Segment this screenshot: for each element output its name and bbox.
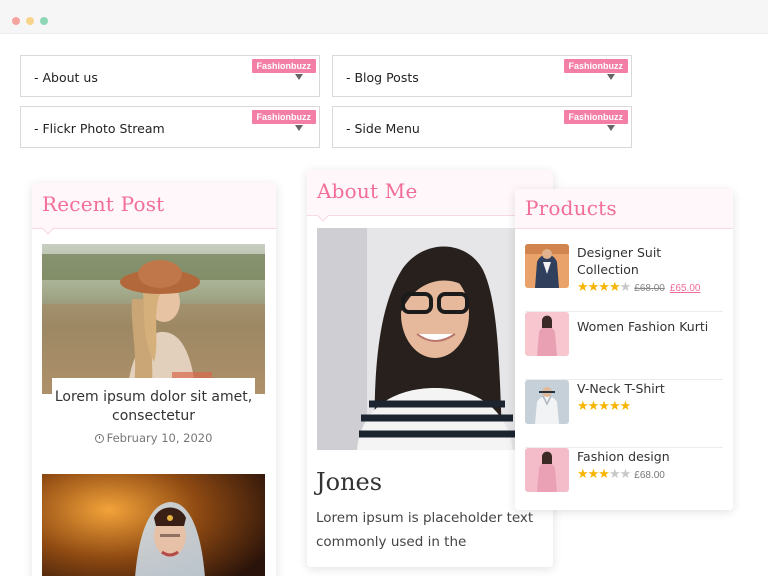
product-item[interactable]: Fashion design ★★★★★ £68.00 — [525, 448, 723, 510]
product-meta: ★★★★★ — [577, 398, 631, 414]
post-image[interactable] — [42, 474, 265, 576]
card-title: Recent Post — [42, 192, 165, 216]
product-thumbnail[interactable] — [525, 244, 569, 288]
widget-badge: Fashionbuzz — [251, 110, 316, 124]
widget-side-menu[interactable]: - Side Menu Fashionbuzz — [332, 106, 632, 148]
product-item[interactable]: V-Neck T-Shirt ★★★★★ — [525, 380, 723, 448]
product-old-price: £68.00 — [634, 283, 665, 294]
recent-post-card: Recent Post Lorem ipsum dolor sit amet, … — [32, 183, 276, 576]
product-meta: ★★★★★ £68.00 — [577, 466, 665, 482]
widget-label: - Blog Posts — [346, 70, 419, 85]
dropdown-caret-icon[interactable] — [607, 74, 615, 80]
product-name[interactable]: Designer Suit Collection — [577, 244, 723, 278]
post-image[interactable] — [42, 244, 265, 394]
post-title-link[interactable]: Lorem ipsum dolor sit amet, consectetur — [52, 388, 255, 426]
widget-about-us[interactable]: - About us Fashionbuzz — [20, 55, 320, 97]
maximize-window-button[interactable] — [40, 17, 48, 25]
card-title: About Me — [317, 179, 418, 203]
post-date-text: February 10, 2020 — [106, 431, 213, 445]
product-price: £68.00 — [634, 470, 665, 481]
product-thumbnail[interactable] — [525, 312, 569, 356]
post-caption: Lorem ipsum dolor sit amet, consectetur … — [52, 378, 255, 450]
product-meta: ★★★★★ £68.00 £65.00 — [577, 279, 700, 295]
widget-label: - Flickr Photo Stream — [34, 121, 165, 136]
widget-label: - About us — [34, 70, 98, 85]
card-header: Products — [515, 189, 733, 229]
widget-label: - Side Menu — [346, 121, 420, 136]
clock-icon — [94, 434, 104, 443]
products-card: Products Designer Suit Collection ★★★★★ £… — [515, 189, 733, 510]
product-item[interactable]: Designer Suit Collection ★★★★★ £68.00 £65.… — [525, 244, 723, 312]
product-price[interactable]: £65.00 — [670, 283, 701, 294]
author-name: Jones — [316, 468, 383, 496]
window-titlebar — [0, 0, 768, 34]
product-thumbnail[interactable] — [525, 448, 569, 492]
rating-stars: ★★★★★ — [577, 279, 631, 294]
product-thumbnail[interactable] — [525, 380, 569, 424]
card-title: Products — [525, 196, 617, 220]
dropdown-caret-icon[interactable] — [295, 125, 303, 131]
widget-flickr-photo-stream[interactable]: - Flickr Photo Stream Fashionbuzz — [20, 106, 320, 148]
widget-badge: Fashionbuzz — [251, 59, 316, 73]
product-item[interactable]: Women Fashion Kurti — [525, 312, 723, 380]
dropdown-caret-icon[interactable] — [295, 74, 303, 80]
dropdown-caret-icon[interactable] — [607, 125, 615, 131]
product-name[interactable]: Women Fashion Kurti — [577, 318, 723, 335]
product-name[interactable]: V-Neck T-Shirt — [577, 380, 723, 397]
post-date: February 10, 2020 — [52, 431, 255, 445]
widget-badge: Fashionbuzz — [563, 110, 628, 124]
minimize-window-button[interactable] — [26, 17, 34, 25]
widget-blog-posts[interactable]: - Blog Posts Fashionbuzz — [332, 55, 632, 97]
product-name[interactable]: Fashion design — [577, 448, 723, 465]
card-header: Recent Post — [32, 183, 276, 229]
about-text: Lorem ipsum is placeholder text commonly… — [316, 510, 534, 550]
close-window-button[interactable] — [12, 17, 20, 25]
rating-stars: ★★★★★ — [577, 398, 631, 413]
rating-stars: ★★★★★ — [577, 466, 631, 481]
profile-photo — [317, 228, 543, 450]
widget-badge: Fashionbuzz — [563, 59, 628, 73]
